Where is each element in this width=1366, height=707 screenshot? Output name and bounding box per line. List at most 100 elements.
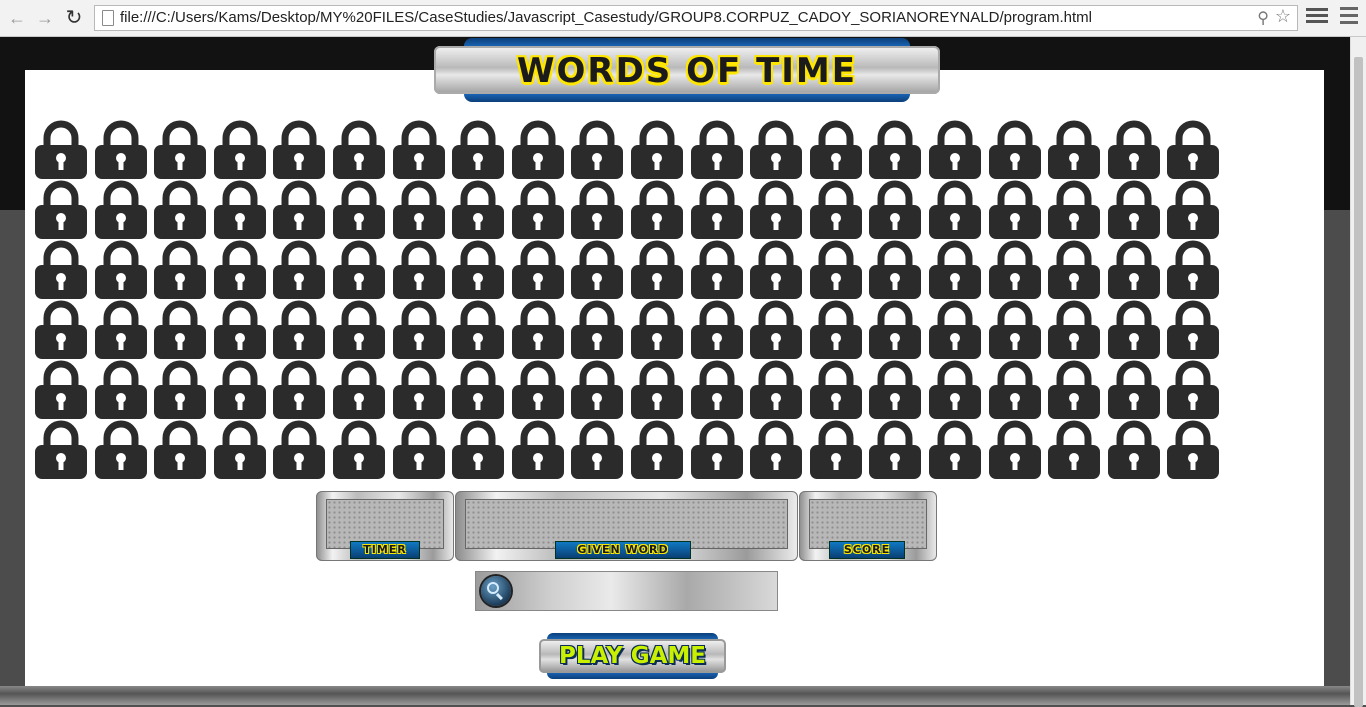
padlock-icon[interactable] (1166, 120, 1220, 180)
padlock-icon[interactable] (749, 180, 803, 240)
padlock-icon[interactable] (1166, 240, 1220, 300)
play-game-button[interactable]: PLAY GAME (539, 633, 726, 679)
padlock-icon[interactable] (511, 300, 565, 360)
padlock-icon[interactable] (749, 240, 803, 300)
padlock-icon[interactable] (34, 300, 88, 360)
padlock-icon[interactable] (868, 120, 922, 180)
padlock-icon[interactable] (272, 420, 326, 480)
padlock-icon[interactable] (451, 180, 505, 240)
padlock-icon[interactable] (153, 240, 207, 300)
padlock-icon[interactable] (809, 240, 863, 300)
padlock-icon[interactable] (1107, 420, 1161, 480)
padlock-icon[interactable] (809, 420, 863, 480)
padlock-icon[interactable] (868, 360, 922, 420)
padlock-icon[interactable] (511, 240, 565, 300)
padlock-icon[interactable] (332, 300, 386, 360)
zoom-icon[interactable]: ⚲ (1257, 8, 1269, 28)
padlock-icon[interactable] (988, 120, 1042, 180)
padlock-icon[interactable] (1107, 300, 1161, 360)
padlock-icon[interactable] (630, 240, 684, 300)
padlock-icon[interactable] (630, 360, 684, 420)
padlock-icon[interactable] (809, 120, 863, 180)
padlock-icon[interactable] (34, 360, 88, 420)
padlock-icon[interactable] (749, 360, 803, 420)
back-icon[interactable]: ← (6, 7, 28, 29)
padlock-icon[interactable] (630, 120, 684, 180)
padlock-icon[interactable] (690, 240, 744, 300)
padlock-icon[interactable] (928, 180, 982, 240)
padlock-icon[interactable] (213, 180, 267, 240)
padlock-icon[interactable] (34, 420, 88, 480)
padlock-icon[interactable] (749, 420, 803, 480)
padlock-icon[interactable] (1047, 180, 1101, 240)
padlock-icon[interactable] (1047, 360, 1101, 420)
padlock-icon[interactable] (868, 180, 922, 240)
padlock-icon[interactable] (928, 360, 982, 420)
bookmark-star-icon[interactable]: ☆ (1275, 6, 1291, 27)
padlock-icon[interactable] (1166, 180, 1220, 240)
padlock-icon[interactable] (332, 420, 386, 480)
padlock-icon[interactable] (630, 300, 684, 360)
padlock-icon[interactable] (630, 180, 684, 240)
padlock-icon[interactable] (272, 120, 326, 180)
padlock-icon[interactable] (1107, 360, 1161, 420)
padlock-icon[interactable] (94, 420, 148, 480)
padlock-icon[interactable] (153, 420, 207, 480)
padlock-icon[interactable] (451, 300, 505, 360)
padlock-icon[interactable] (34, 240, 88, 300)
padlock-icon[interactable] (1047, 240, 1101, 300)
word-input[interactable] (518, 578, 774, 606)
padlock-icon[interactable] (272, 360, 326, 420)
padlock-icon[interactable] (1107, 180, 1161, 240)
padlock-icon[interactable] (153, 360, 207, 420)
padlock-icon[interactable] (749, 300, 803, 360)
padlock-icon[interactable] (809, 180, 863, 240)
padlock-icon[interactable] (451, 360, 505, 420)
padlock-icon[interactable] (928, 300, 982, 360)
padlock-icon[interactable] (94, 300, 148, 360)
search-icon[interactable] (481, 576, 511, 606)
padlock-icon[interactable] (451, 120, 505, 180)
padlock-icon[interactable] (1107, 240, 1161, 300)
padlock-icon[interactable] (809, 300, 863, 360)
padlock-icon[interactable] (1166, 420, 1220, 480)
padlock-icon[interactable] (332, 240, 386, 300)
padlock-icon[interactable] (1047, 300, 1101, 360)
padlock-icon[interactable] (868, 420, 922, 480)
menu-icon[interactable] (1340, 7, 1358, 27)
padlock-icon[interactable] (749, 120, 803, 180)
padlock-icon[interactable] (868, 240, 922, 300)
padlock-icon[interactable] (213, 420, 267, 480)
padlock-icon[interactable] (392, 300, 446, 360)
padlock-icon[interactable] (511, 360, 565, 420)
padlock-icon[interactable] (690, 180, 744, 240)
padlock-icon[interactable] (690, 360, 744, 420)
scrollbar[interactable] (1350, 37, 1366, 707)
padlock-icon[interactable] (213, 300, 267, 360)
padlock-icon[interactable] (153, 120, 207, 180)
film-strip-icon[interactable] (1306, 8, 1328, 28)
padlock-icon[interactable] (392, 180, 446, 240)
padlock-icon[interactable] (392, 420, 446, 480)
url-text[interactable]: file:///C:/Users/Kams/Desktop/MY%20FILES… (120, 9, 1092, 26)
padlock-icon[interactable] (94, 120, 148, 180)
padlock-icon[interactable] (570, 240, 624, 300)
padlock-icon[interactable] (511, 120, 565, 180)
padlock-icon[interactable] (213, 240, 267, 300)
padlock-icon[interactable] (94, 180, 148, 240)
padlock-icon[interactable] (1047, 120, 1101, 180)
padlock-icon[interactable] (928, 420, 982, 480)
padlock-icon[interactable] (511, 420, 565, 480)
padlock-icon[interactable] (272, 300, 326, 360)
padlock-icon[interactable] (213, 360, 267, 420)
padlock-icon[interactable] (511, 180, 565, 240)
padlock-icon[interactable] (34, 180, 88, 240)
padlock-icon[interactable] (570, 300, 624, 360)
padlock-icon[interactable] (94, 360, 148, 420)
padlock-icon[interactable] (332, 360, 386, 420)
padlock-icon[interactable] (153, 180, 207, 240)
padlock-icon[interactable] (988, 300, 1042, 360)
padlock-icon[interactable] (451, 240, 505, 300)
padlock-icon[interactable] (392, 120, 446, 180)
padlock-icon[interactable] (868, 300, 922, 360)
